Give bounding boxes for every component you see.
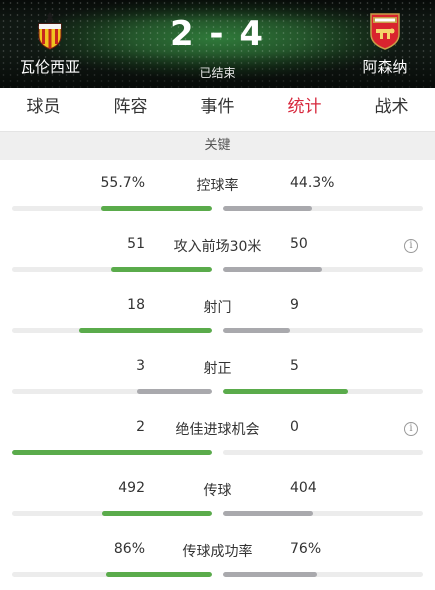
stats-list: 55.7% 控球率 44.3% 51 攻入前场30米 50 i 18 射门 9 3 射正 5 2 绝佳进球机… [0,160,435,587]
home-stat-bar-fill [100,206,212,211]
stat-away-value: 0 [290,419,299,435]
tab-events[interactable]: 事件 [174,88,261,131]
stat-away-value: 404 [290,480,317,496]
stat-row: 18 射门 9 [0,282,435,343]
match-header: 瓦伦西亚 2 - 4 已结束 阿森纳 [0,0,435,88]
stat-name: 射正 [203,361,232,377]
stat-name: 传球成功率 [182,544,253,560]
home-stat-bar-fill [105,572,212,577]
tab-bar: 球员 阵容 事件 统计 战术 [0,88,435,136]
section-header-key: 关键 [0,132,435,160]
home-stat-bar-fill [102,511,212,516]
stat-name: 传球 [203,483,232,499]
home-team[interactable]: 瓦伦西亚 [5,10,95,77]
stat-row: 2 绝佳进球机会 0 i [0,404,435,465]
stat-away-value: 76% [290,541,322,557]
tab-lineup[interactable]: 阵容 [87,88,174,131]
stat-away-value: 5 [290,358,299,374]
stat-away-value: 44.3% [290,175,335,191]
tab-tactics[interactable]: 战术 [348,88,435,131]
away-stat-bar-track [223,511,423,516]
home-stat-bar-track [12,450,212,455]
stat-row: 3 射正 5 [0,343,435,404]
info-icon[interactable]: i [404,239,418,253]
home-stat-bar-fill [78,328,212,333]
stat-row: 55.7% 控球率 44.3% [0,160,435,221]
match-score: 2 - 4 [169,14,266,54]
home-stat-bar-track [12,267,212,272]
home-stat-bar-track [12,206,212,211]
stat-away-value: 50 [290,236,308,252]
away-stat-bar-fill [223,206,312,211]
home-stat-bar-fill [12,450,212,455]
away-stat-bar-track [223,328,423,333]
home-stat-bar-fill [111,267,212,272]
away-stat-bar-fill [223,267,322,272]
home-stat-bar-track [12,511,212,516]
tab-players[interactable]: 球员 [0,88,87,131]
away-team[interactable]: 阿森纳 [340,10,430,77]
home-stat-bar-track [12,328,212,333]
stat-row: 86% 传球成功率 76% [0,526,435,587]
stat-row: 51 攻入前场30米 50 i [0,221,435,282]
stat-name: 攻入前场30米 [173,239,262,255]
home-stat-bar-fill [137,389,212,394]
away-stat-bar-fill [223,511,314,516]
home-stat-bar-track [12,572,212,577]
away-stat-bar-track [223,572,423,577]
tab-stats[interactable]: 统计 [261,88,348,136]
home-stat-bar-track [12,389,212,394]
away-stat-bar-track [223,267,423,272]
stat-home-value: 55.7% [100,175,145,191]
arsenal-crest-icon [370,13,400,50]
valencia-crest-icon [38,12,62,50]
stat-name: 控球率 [196,178,239,194]
away-team-name: 阿森纳 [362,58,408,76]
away-stat-bar-track [223,206,423,211]
stat-name: 射门 [203,300,232,316]
stat-row: 492 传球 404 [0,465,435,526]
home-team-name: 瓦伦西亚 [19,58,80,76]
info-icon[interactable]: i [404,422,418,436]
stat-away-value: 9 [290,297,299,313]
stat-name: 绝佳进球机会 [175,422,260,438]
match-status: 已结束 [199,66,236,80]
away-stat-bar-fill [223,328,290,333]
away-stat-bar-fill [223,389,348,394]
away-stat-bar-fill [223,572,317,577]
away-stat-bar-track [223,389,423,394]
away-stat-bar-track [223,450,423,455]
